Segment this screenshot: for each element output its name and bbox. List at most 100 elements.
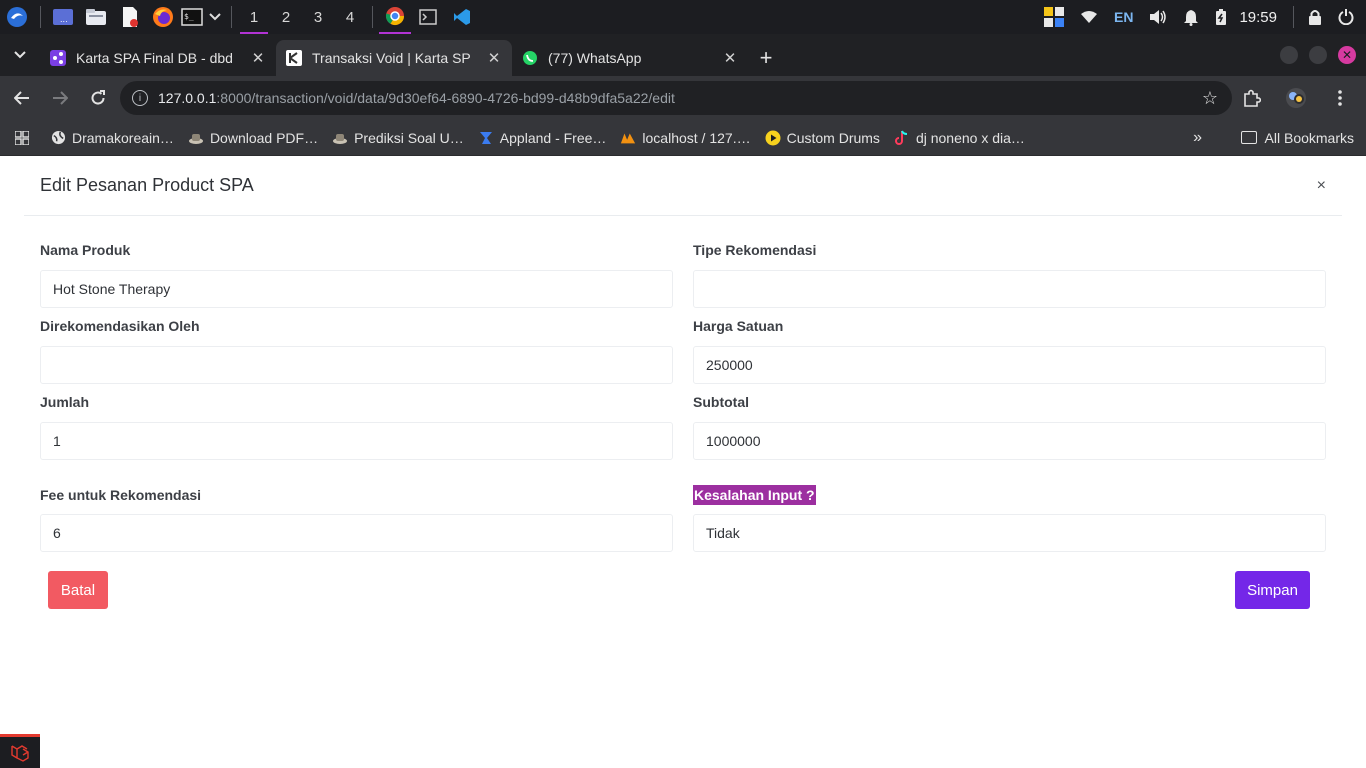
hat-icon bbox=[188, 130, 204, 146]
folder-icon bbox=[1240, 131, 1257, 144]
input-tipe-rekomendasi[interactable] bbox=[693, 270, 1326, 308]
highlighted-label-text: Kesalahan Input ? bbox=[693, 485, 816, 505]
profile-avatar-icon[interactable] bbox=[1278, 80, 1314, 116]
notification-bell-icon[interactable] bbox=[1183, 9, 1199, 26]
file-manager-icon[interactable] bbox=[79, 0, 113, 34]
new-tab-button[interactable]: + bbox=[748, 40, 784, 76]
arrow-left-icon bbox=[14, 91, 29, 105]
input-jumlah[interactable]: 1 bbox=[40, 422, 673, 460]
maximize-button[interactable] bbox=[1309, 46, 1327, 64]
battery-icon[interactable] bbox=[1215, 9, 1227, 25]
close-icon[interactable]: ✕ bbox=[722, 50, 738, 67]
site-info-icon[interactable]: i bbox=[132, 90, 148, 106]
modal-title: Edit Pesanan Product SPA bbox=[40, 175, 254, 195]
extensions-icon[interactable] bbox=[1234, 80, 1270, 116]
wifi-icon[interactable] bbox=[1080, 10, 1098, 24]
terminal-icon[interactable]: $_ bbox=[179, 0, 205, 34]
workspace-4[interactable]: 4 bbox=[334, 0, 366, 34]
input-subtotal[interactable]: 1000000 bbox=[693, 422, 1326, 460]
input-fee-rekomendasi[interactable]: 6 bbox=[40, 514, 673, 552]
label-kesalahan-input: Kesalahan Input ? bbox=[693, 485, 816, 505]
workspace-2[interactable]: 2 bbox=[270, 0, 302, 34]
chevron-down-icon[interactable] bbox=[205, 0, 225, 34]
kebab-menu-icon[interactable] bbox=[1322, 80, 1358, 116]
label-fee-rekomendasi: Fee untuk Rekomendasi bbox=[40, 487, 202, 503]
reload-icon bbox=[91, 90, 105, 105]
arrow-right-icon bbox=[53, 91, 68, 105]
show-desktop-icon[interactable]: ... bbox=[47, 0, 79, 34]
minimize-button[interactable] bbox=[1280, 46, 1298, 64]
bookmark-custom-drums[interactable]: Custom Drums bbox=[759, 130, 886, 146]
taskbar-separator bbox=[1293, 6, 1294, 28]
taskbar-separator bbox=[40, 6, 41, 28]
bookmark-dramakoreain[interactable]: Dramakoreain… bbox=[44, 130, 180, 146]
bookmarks-overflow-button[interactable]: » bbox=[1193, 129, 1202, 147]
forward-button[interactable] bbox=[42, 80, 78, 116]
bookmark-download-pdf[interactable]: Download PDF… bbox=[182, 130, 324, 146]
modal-close-button[interactable]: × bbox=[1317, 177, 1326, 195]
tiktok-icon bbox=[894, 130, 910, 146]
toolbar-actions bbox=[1234, 76, 1366, 120]
system-clock[interactable]: 19:59 bbox=[1239, 9, 1277, 26]
power-icon[interactable] bbox=[1338, 9, 1354, 25]
chrome-icon[interactable] bbox=[379, 0, 411, 34]
text-editor-icon[interactable] bbox=[113, 0, 147, 34]
karta-icon bbox=[286, 50, 302, 66]
lock-icon[interactable] bbox=[1308, 9, 1322, 25]
keyboard-language[interactable]: EN bbox=[1114, 9, 1133, 25]
select-kesalahan-input[interactable]: Tidak bbox=[693, 514, 1326, 552]
tab-title: Transaksi Void | Karta SP bbox=[312, 50, 471, 66]
phpmyadmin-icon bbox=[620, 130, 636, 146]
bookmark-prediksi-soal[interactable]: Prediksi Soal U… bbox=[326, 130, 470, 146]
vscode-icon[interactable] bbox=[445, 0, 479, 34]
batal-button[interactable]: Batal bbox=[48, 571, 108, 609]
tab-transaksi-void[interactable]: Transaksi Void | Karta SP ✕ bbox=[276, 40, 512, 76]
bookmark-star-icon[interactable]: ☆ bbox=[1202, 88, 1218, 109]
simpan-button[interactable]: Simpan bbox=[1235, 571, 1310, 609]
system-menu-icon[interactable] bbox=[0, 0, 34, 34]
url-host: 127.0.0.1 bbox=[158, 90, 217, 106]
tab-karta-spa-db[interactable]: Karta SPA Final DB - dbd ✕ bbox=[40, 40, 276, 76]
os-taskbar: ... $_ 1 2 3 4 EN 19:59 bbox=[0, 0, 1366, 34]
workspace-1[interactable]: 1 bbox=[238, 0, 270, 34]
firefox-icon[interactable] bbox=[147, 0, 179, 34]
browser-toolbar: i 127.0.0.1:8000/transaction/void/data/9… bbox=[0, 76, 1366, 120]
tab-search-button[interactable] bbox=[0, 34, 40, 76]
workspace-3[interactable]: 3 bbox=[302, 0, 334, 34]
all-bookmarks-button[interactable]: All Bookmarks bbox=[1240, 129, 1354, 146]
bookmark-label: Custom Drums bbox=[786, 129, 880, 146]
system-tray: EN 19:59 bbox=[1036, 0, 1366, 34]
whatsapp-icon bbox=[522, 50, 538, 66]
bookmarks-bar: Dramakoreain… Download PDF… Prediksi Soa… bbox=[0, 120, 1366, 156]
apps-tile-icon[interactable] bbox=[1044, 7, 1064, 27]
address-bar[interactable]: i 127.0.0.1:8000/transaction/void/data/9… bbox=[120, 81, 1232, 115]
reload-button[interactable] bbox=[80, 80, 116, 116]
volume-icon[interactable] bbox=[1149, 9, 1167, 25]
label-harga-satuan: Harga Satuan bbox=[693, 318, 784, 334]
tab-title: Karta SPA Final DB - dbd bbox=[76, 50, 233, 66]
input-direkomendasikan-oleh[interactable] bbox=[40, 346, 673, 384]
globe-icon bbox=[50, 130, 66, 146]
input-nama-produk[interactable]: Hot Stone Therapy bbox=[40, 270, 673, 308]
close-icon[interactable]: ✕ bbox=[486, 50, 502, 67]
back-button[interactable] bbox=[4, 80, 40, 116]
svg-text:$_: $_ bbox=[184, 12, 194, 21]
label-nama-produk: Nama Produk bbox=[40, 242, 131, 258]
laravel-debugbar-icon[interactable] bbox=[0, 734, 40, 768]
apps-grid-icon[interactable] bbox=[0, 130, 44, 145]
bookmark-label: Download PDF… bbox=[209, 129, 319, 146]
window-close-button[interactable]: ✕ bbox=[1338, 46, 1356, 64]
bookmark-tiktok[interactable]: dj noneno x dia… bbox=[888, 130, 1031, 146]
terminal-window-icon[interactable] bbox=[411, 0, 445, 34]
taskbar-separator bbox=[372, 6, 373, 28]
tab-whatsapp[interactable]: (77) WhatsApp ✕ bbox=[512, 40, 748, 76]
bookmark-label: Dramakoreain… bbox=[72, 129, 174, 146]
bookmark-appland[interactable]: Appland - Free… bbox=[472, 130, 613, 146]
bookmark-label: dj noneno x dia… bbox=[915, 129, 1025, 146]
all-bookmarks-label: All Bookmarks bbox=[1264, 129, 1354, 146]
close-icon[interactable]: ✕ bbox=[250, 50, 266, 67]
bookmark-label: Prediksi Soal U… bbox=[354, 129, 464, 146]
page-content: Edit Pesanan Product SPA × Nama Produk H… bbox=[0, 156, 1366, 768]
input-harga-satuan[interactable]: 250000 bbox=[693, 346, 1326, 384]
bookmark-localhost[interactable]: localhost / 127.… bbox=[614, 130, 756, 146]
